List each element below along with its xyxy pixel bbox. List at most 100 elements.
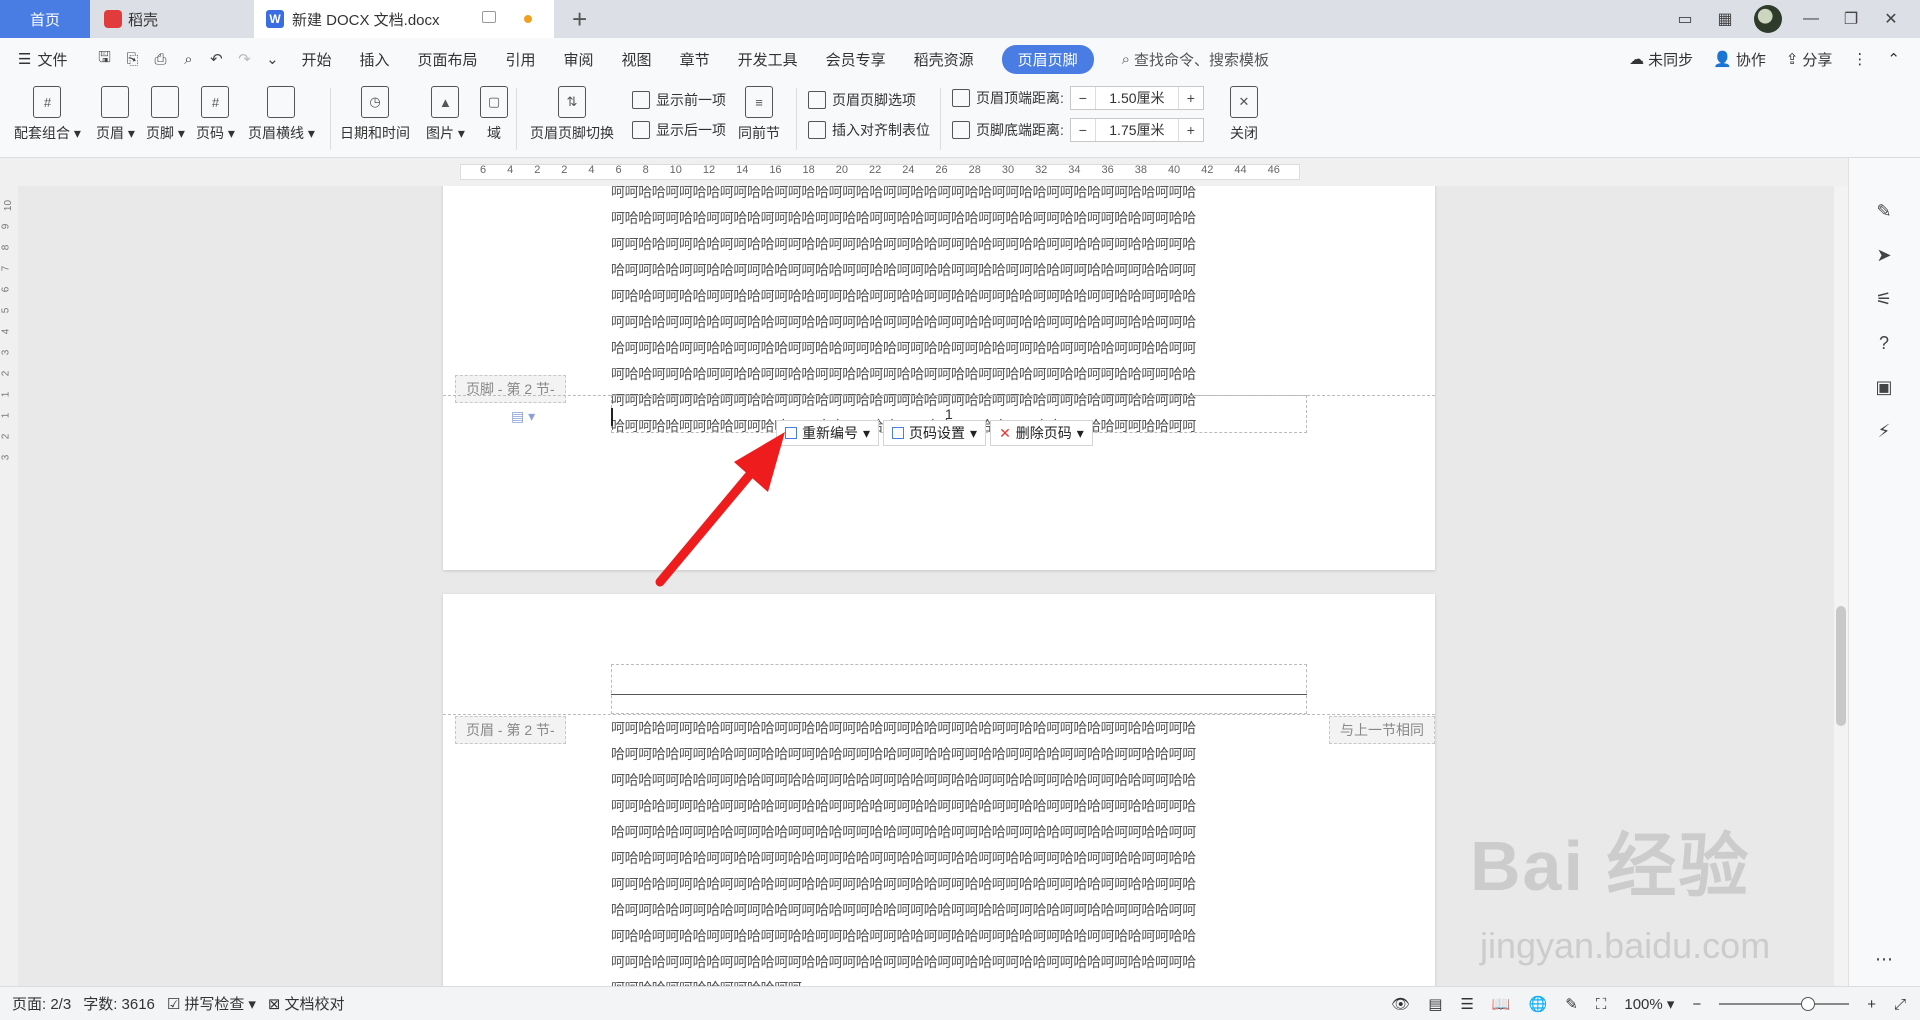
scrollbar-thumb[interactable] (1836, 606, 1846, 726)
sync-button[interactable]: ☁ 未同步 (1629, 49, 1693, 70)
footer-bottom-input[interactable]: 1.75厘米 (1094, 119, 1179, 141)
apps-grid-icon[interactable]: ▦ (1714, 10, 1736, 28)
pagenum-settings-button[interactable]: 页码设置 ▾ (883, 420, 987, 446)
image-tool-icon[interactable]: ▣ (1873, 376, 1895, 398)
tab-home[interactable]: 首页 (0, 0, 90, 38)
proofread-button[interactable]: ⊠ 文档校对 (268, 993, 345, 1014)
footer-bottom-decrement[interactable]: − (1071, 119, 1095, 141)
header-area[interactable] (611, 664, 1307, 714)
tab-document[interactable]: W 新建 DOCX 文档.docx (254, 0, 554, 38)
text-line: 呵哈哈呵呵哈哈呵呵哈哈呵呵哈哈呵呵哈哈呵呵哈哈呵呵哈哈呵呵哈哈呵呵哈哈呵呵哈哈呵… (611, 289, 1196, 305)
header-section-tag: 页眉 - 第 2 节- (455, 716, 566, 744)
tab-daoke[interactable]: 稻壳 (92, 0, 252, 38)
more-icon[interactable]: ⋮ (1852, 50, 1867, 68)
page-1[interactable]: 呵呵哈哈呵呵哈哈呵呵哈哈呵呵哈哈呵呵哈哈呵呵哈哈呵呵哈哈呵呵哈哈呵呵哈哈呵呵哈哈… (443, 186, 1435, 570)
menu-item-8[interactable]: 会员专享 (826, 49, 886, 70)
page-view-icon[interactable]: ▤ (1428, 995, 1442, 1013)
cursor-icon[interactable]: ➤ (1873, 244, 1895, 266)
show-next-button[interactable]: 显示后一项 (632, 120, 726, 140)
menu-item-4[interactable]: 审阅 (564, 49, 594, 70)
minimize-icon[interactable]: — (1800, 10, 1822, 28)
fit-page-icon[interactable]: ⛶ (1596, 996, 1607, 1013)
zoom-in-icon[interactable]: + (1867, 996, 1876, 1013)
sliders-icon[interactable]: ⚟ (1873, 288, 1895, 310)
monitor-icon[interactable] (482, 11, 496, 23)
collapse-ribbon-icon[interactable]: ⌃ (1887, 50, 1900, 68)
new-tab-button[interactable]: + (572, 4, 587, 35)
same-prev-button[interactable]: ≡ 同前节 (738, 86, 780, 143)
footer-layout-icon[interactable]: ▤ ▾ (511, 408, 535, 425)
close-hf-button[interactable]: ✕ 关闭 (1230, 86, 1258, 143)
switch-button[interactable]: ⇅ 页眉页脚切换 (530, 86, 614, 143)
layout-icon[interactable]: ▭ (1674, 10, 1696, 28)
menu-item-5[interactable]: 视图 (622, 49, 652, 70)
share-button[interactable]: ⇪ 分享 (1786, 49, 1833, 70)
undo-icon[interactable]: ↶ (207, 50, 225, 68)
menu-item-3[interactable]: 引用 (506, 49, 536, 70)
header-top-increment[interactable]: + (1179, 87, 1203, 109)
picture-button[interactable]: ▲ 图片 ▾ (426, 86, 465, 143)
menu-item-1[interactable]: 插入 (359, 49, 389, 70)
page-indicator[interactable]: 页面: 2/3 (12, 993, 71, 1014)
datetime-button[interactable]: ◷ 日期和时间 (340, 86, 410, 143)
help-icon[interactable]: ? (1873, 332, 1895, 354)
zoom-slider-thumb[interactable] (1801, 997, 1816, 1011)
zoom-level[interactable]: 100% ▾ (1624, 995, 1674, 1013)
hf-options-button[interactable]: 页眉页脚选项 (808, 90, 916, 110)
field-button[interactable]: ▢ 域 (480, 86, 508, 143)
header-line-button[interactable]: 页眉横线 ▾ (248, 86, 315, 143)
file-menu[interactable]: ☰ 文件 (18, 49, 67, 70)
command-search-label: 查找命令、搜索模板 (1134, 51, 1270, 69)
page-2-body[interactable]: 呵呵哈哈呵呵哈哈呵呵哈哈呵呵哈哈呵呵哈哈呵呵哈哈呵呵哈哈呵呵哈哈呵呵哈哈呵呵哈哈… (611, 716, 1307, 986)
ruler-tick-label: 8 (0, 244, 12, 251)
zoom-out-icon[interactable]: − (1692, 996, 1701, 1013)
combo-button[interactable]: # 配套组合 ▾ (14, 86, 81, 143)
menu-item-7[interactable]: 开发工具 (738, 49, 798, 70)
command-search[interactable]: ⌕ 查找命令、搜索模板 (1122, 49, 1269, 70)
save-icon[interactable]: 🖫 (95, 49, 113, 68)
header-button[interactable]: 页眉 ▾ (96, 86, 135, 143)
insert-align-button[interactable]: 插入对齐制表位 (808, 120, 930, 140)
horizontal-ruler[interactable]: 6 4 2 2 4 6 8 10 12 14 16 18 20 22 24 26 28 30 32 34 36 38 40 4… (0, 158, 1920, 186)
fullscreen-icon[interactable]: ⤢ (1894, 996, 1906, 1013)
vertical-scrollbar[interactable] (1834, 186, 1848, 986)
menu-item-6[interactable]: 章节 (680, 49, 710, 70)
preview-icon[interactable]: ⌕ (179, 50, 197, 68)
redo-icon[interactable]: ↷ (235, 50, 253, 68)
avatar[interactable] (1754, 5, 1782, 33)
flash-icon[interactable]: ⚡ (1873, 420, 1895, 442)
web-view-icon[interactable]: 🌐 (1529, 995, 1548, 1013)
show-prev-button[interactable]: 显示前一项 (632, 90, 726, 110)
footer-button[interactable]: 页脚 ▾ (146, 86, 185, 143)
header-top-decrement[interactable]: − (1071, 87, 1095, 109)
zoom-slider[interactable] (1719, 997, 1850, 1011)
spell-check-button[interactable]: ☑ 拼写检查 ▾ (167, 993, 256, 1014)
write-view-icon[interactable]: ✎ (1565, 995, 1578, 1013)
word-count[interactable]: 字数: 3616 (83, 993, 155, 1014)
panel-more-icon[interactable]: ⋯ (1873, 948, 1895, 970)
print-icon[interactable]: ⎙ (151, 50, 169, 68)
page-2[interactable]: 页眉 - 第 2 节- 与上一节相同 呵呵哈哈呵呵哈哈呵呵哈哈呵呵哈哈呵呵哈哈呵… (443, 594, 1435, 986)
vertical-ruler[interactable]: 10 9 8 7 6 5 4 3 2 1 1 2 3 (0, 186, 18, 986)
close-window-icon[interactable]: ✕ (1880, 10, 1902, 28)
more-chevron-icon[interactable]: ⌄ (263, 50, 281, 68)
read-view-icon[interactable]: 📖 (1492, 995, 1511, 1013)
collab-button[interactable]: 👤 协作 (1713, 49, 1766, 70)
renumber-button[interactable]: 重新编号 ▾ (776, 420, 880, 446)
delete-pagenum-label: 删除页码 (1015, 425, 1072, 441)
tab-header-footer[interactable]: 页眉页脚 (1001, 44, 1094, 74)
pagenum-button[interactable]: # 页码 ▾ (196, 86, 235, 143)
header-top-input[interactable]: 1.50厘米 (1094, 87, 1179, 109)
pen-icon[interactable]: ✎ (1873, 200, 1895, 222)
eye-icon[interactable]: 👁 (1391, 995, 1410, 1013)
footer-bottom-increment[interactable]: + (1179, 119, 1203, 141)
ruler-tick-label: 14 (736, 164, 749, 176)
restore-icon[interactable]: ❐ (1840, 10, 1862, 28)
delete-pagenum-button[interactable]: ✕ 删除页码 ▾ (990, 420, 1093, 446)
menu-item-9[interactable]: 稻壳资源 (914, 49, 974, 70)
menu-item-0[interactable]: 开始 (301, 49, 331, 70)
close-hf-icon: ✕ (1230, 86, 1258, 118)
outline-view-icon[interactable]: ☰ (1460, 995, 1473, 1013)
menu-item-2[interactable]: 页面布局 (418, 49, 478, 70)
export-icon[interactable]: ⎘ (123, 50, 141, 68)
